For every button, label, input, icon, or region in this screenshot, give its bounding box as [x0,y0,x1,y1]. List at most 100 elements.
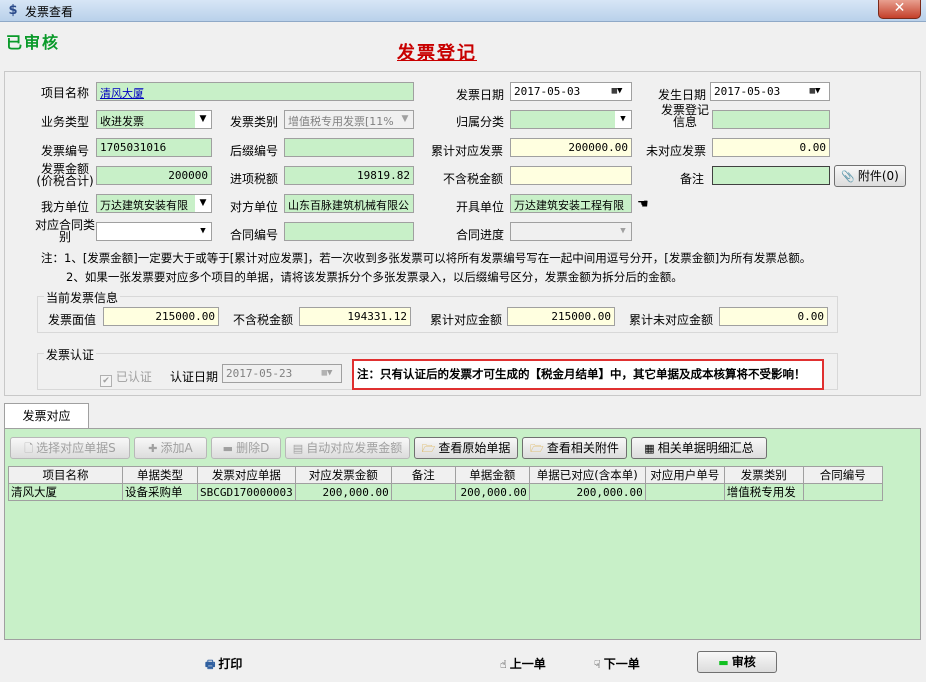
invoice-no-field[interactable]: 1705031016 [96,138,212,157]
title-bar: $ 发票查看 [0,0,926,22]
form-title: 发票登记 [397,43,477,64]
document-icon: 🗋 [24,442,34,455]
col-doc-amount[interactable]: 单据金额 [454,466,530,484]
cell-user-no [644,483,725,501]
table-row[interactable]: 清风大厦 设备采购单 SBCGD170000003 200,000.00 200… [8,483,883,501]
contract-progress-select[interactable]: ▼ [510,222,632,241]
our-unit-select[interactable]: 万达建筑安装有限 ▼ [96,194,212,213]
amount-label: 发票金额(价税合计) [36,162,94,188]
attachment-button[interactable]: 📎 附件(0) [834,165,906,187]
contract-no-label: 合同编号 [230,228,279,242]
contract-type-label: 对应合同类别 [34,218,95,244]
cert-date-picker[interactable]: 2017-05-23 ▦▼ [222,364,342,383]
delete-button[interactable]: ▬ 删除D [211,437,281,459]
current-cumulative-label: 累计对应金额 [430,313,503,327]
remark-label: 备注 [680,172,705,186]
occur-date-picker[interactable]: 2017-05-03 ▦▼ [710,82,830,101]
issuer-unit-label: 开具单位 [456,200,505,214]
match-table[interactable]: 项目名称 单据类型 发票对应单据 对应发票金额 备注 单据金额 单据已对应(含本… [8,466,883,501]
pointer-hand-icon[interactable]: ☚ [637,197,649,212]
contract-progress-label: 合同进度 [456,228,505,242]
chevron-down-icon[interactable]: ▼ [615,223,631,240]
contract-no-field[interactable] [284,222,414,241]
hand-down-icon: ☟ [594,658,601,671]
calendar-dropdown-icon[interactable]: ▦▼ [313,365,341,382]
col-doc-matched[interactable]: 单据已对应(含本单) [528,466,646,484]
note-line-1: 注：1、[发票金额]一定要大于或等于[累计对应发票]，若一次收到多张发票可以将所… [41,251,812,265]
unmatched-label: 未对应发票 [646,144,707,158]
cell-doc-amount: 200,000.00 [454,483,530,501]
project-name-field[interactable]: 清风大厦 [96,82,414,101]
register-info-field[interactable] [712,110,830,129]
cell-doc-type: 设备采购单 [122,483,198,501]
business-type-label: 业务类型 [41,115,90,129]
cell-remark [390,483,456,501]
col-contract-no[interactable]: 合同编号 [802,466,883,484]
invoice-category-select[interactable]: 增值税专用发票[11% ▼ [284,110,414,129]
chevron-down-icon[interactable]: ▼ [397,111,413,128]
belong-category-label: 归属分类 [456,115,505,129]
calendar-dropdown-icon[interactable]: ▦▼ [603,83,631,100]
suffix-no-label: 后缀编号 [230,144,279,158]
check-icon: ✔ [100,375,112,387]
tab-invoice-match[interactable]: 发票对应 [4,403,89,429]
current-cumulative-field: 215000.00 [507,307,615,326]
remark-field[interactable] [712,166,830,185]
certification-title: 发票认证 [44,346,97,363]
folder-icon: 🗁 [421,442,436,455]
col-user-no[interactable]: 对应用户单号 [644,466,725,484]
view-original-button[interactable]: 🗁 查看原始单据 [414,437,518,459]
next-button[interactable]: ☟ 下一单 [594,655,640,672]
invoice-no-label: 发票编号 [41,144,90,158]
printer-icon: 🖶 [205,658,216,671]
green-light-icon: ▬ [718,656,729,669]
select-docs-button[interactable]: 🗋 选择对应单据S [10,437,130,459]
cumulative-field: 200000.00 [510,138,632,157]
contract-type-select[interactable]: ▼ [96,222,212,241]
belong-category-select[interactable]: ▼ [510,110,632,129]
cell-contract-no [802,483,883,501]
chevron-down-icon[interactable]: ▼ [195,195,211,212]
amount-field[interactable]: 200000 [96,166,212,185]
hand-up-icon: ☝ [500,658,507,671]
cell-match-doc: SBCGD170000003 [197,483,296,501]
print-button[interactable]: 🖶 打印 [205,655,242,675]
col-doc-type[interactable]: 单据类型 [122,466,198,484]
chevron-down-icon[interactable]: ▼ [615,111,631,128]
view-attachments-button[interactable]: 🗁 查看相关附件 [522,437,627,459]
col-remark[interactable]: 备注 [390,466,456,484]
chevron-down-icon[interactable]: ▼ [195,111,211,128]
counter-unit-field[interactable]: 山东百脉建筑机械有限公 [284,194,414,213]
folder-icon: 🗁 [530,442,544,455]
close-button[interactable]: ✕ [878,0,921,19]
window-title: 发票查看 [25,5,74,19]
col-match-doc[interactable]: 发票对应单据 [197,466,296,484]
invoice-date-picker[interactable]: 2017-05-03 ▦▼ [510,82,632,101]
add-button[interactable]: ✚ 添加A [134,437,207,459]
close-icon: ✕ [893,0,906,16]
col-project-name[interactable]: 项目名称 [8,466,123,484]
doc-summary-button[interactable]: ▦ 相关单据明细汇总 [631,437,767,459]
certified-checkbox[interactable]: ✔ 已认证 [100,368,152,387]
input-tax-field[interactable]: 19819.82 [284,166,414,185]
current-excl-tax-label: 不含税金额 [233,313,294,327]
audit-button[interactable]: ▬ 审核 [697,651,777,673]
prev-button[interactable]: ☝ 上一单 [500,655,546,672]
face-value-field: 215000.00 [103,307,219,326]
excl-tax-field [510,166,632,185]
project-name-label: 项目名称 [41,86,90,100]
auto-match-button[interactable]: ▤ 自动对应发票金额 [285,437,410,459]
issuer-unit-field[interactable]: 万达建筑安装工程有限 [510,194,632,213]
col-match-amount[interactable]: 对应发票金额 [294,466,392,484]
cell-project-name: 清风大厦 [8,483,123,501]
business-type-select[interactable]: 收进发票 ▼ [96,110,212,129]
current-info-title: 当前发票信息 [44,289,121,306]
app-icon: $ [8,3,18,18]
minus-icon: ▬ [222,442,234,455]
col-invoice-category[interactable]: 发票类别 [723,466,804,484]
face-value-label: 发票面值 [48,313,97,327]
suffix-no-field[interactable] [284,138,414,157]
chevron-down-icon[interactable]: ▼ [195,223,211,240]
calendar-dropdown-icon[interactable]: ▦▼ [801,83,829,100]
invoice-category-label: 发票类别 [230,115,279,129]
